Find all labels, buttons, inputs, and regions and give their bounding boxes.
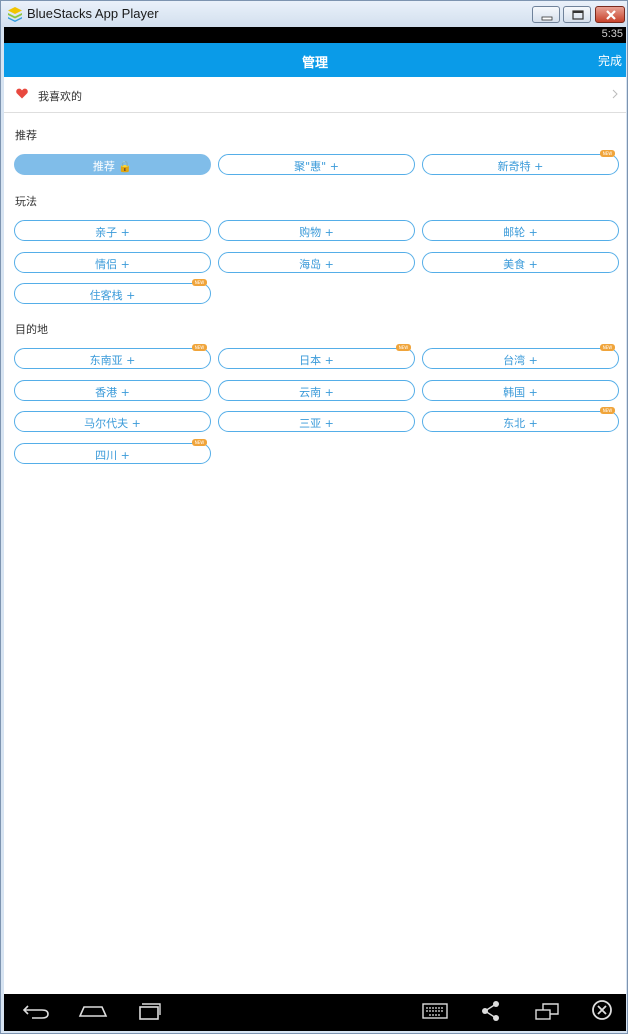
new-badge: NEW <box>600 150 615 157</box>
new-badge: NEW <box>192 438 207 446</box>
keyboard-icon <box>422 1003 448 1019</box>
tag-button[interactable]: 东南亚 + NEW <box>14 344 211 369</box>
tag-label: 美食 + <box>503 257 538 271</box>
tag-button[interactable]: 邮轮 + <box>422 220 619 241</box>
close-icon <box>606 10 616 20</box>
window-title: BlueStacks App Player <box>27 6 159 21</box>
tag-label: 云南 + <box>299 385 334 399</box>
tag-button[interactable]: 住客栈 + NEW <box>14 279 211 304</box>
tag-button[interactable]: 情侣 + <box>14 251 211 273</box>
tag-button[interactable]: 购物 + <box>218 220 415 241</box>
main-content: 我喜欢的 推荐推荐 🔒 聚"惠" + 新奇特 + NEW 玩法亲子 + 购物 + 邮轮 + 情… <box>4 77 626 994</box>
tag-button[interactable]: 美食 + <box>422 251 619 273</box>
screen-rotate-button[interactable] <box>532 994 562 1031</box>
close-window-button[interactable] <box>595 6 625 23</box>
tag-label: 四川 + <box>95 448 130 462</box>
android-status-bar: 5:35 <box>4 27 626 43</box>
tag-label: 东北 + <box>503 417 538 430</box>
screen-rotate-icon <box>535 1003 559 1020</box>
new-badge: NEW <box>600 344 615 351</box>
back-button[interactable] <box>20 994 54 1031</box>
tag-button[interactable]: 推荐 🔒 <box>14 154 211 175</box>
app-header: 管理 完成 <box>4 43 626 77</box>
tag-button[interactable]: 香港 + <box>14 379 211 401</box>
tag-button[interactable]: 日本 + NEW <box>218 344 415 369</box>
new-badge: NEW <box>600 407 615 414</box>
android-nav-bar <box>4 994 626 1031</box>
chevron-right-icon <box>612 89 618 99</box>
share-icon <box>482 1001 499 1021</box>
tag-label: 聚"惠" + <box>294 160 339 173</box>
app-window: BlueStacks App Player 5:35 管理 完成 我喜欢的 推荐… <box>0 0 628 1034</box>
section-title: 目的地 <box>15 323 48 336</box>
tag-label: 香港 + <box>95 385 130 399</box>
favorites-row[interactable]: 我喜欢的 <box>4 77 626 113</box>
tag-button[interactable]: 四川 + NEW <box>14 438 211 464</box>
close-app-button[interactable] <box>588 994 616 1031</box>
tag-label: 东南亚 + <box>89 354 136 367</box>
tag-label: 日本 + <box>299 354 334 367</box>
tag-button[interactable]: 海岛 + <box>218 251 415 273</box>
section-title: 玩法 <box>15 195 37 208</box>
maximize-icon <box>572 10 584 20</box>
tag-label: 亲子 + <box>95 226 130 239</box>
new-badge: NEW <box>192 279 207 286</box>
section-title: 推荐 <box>15 129 37 142</box>
tag-label: 推荐 🔒 <box>92 160 133 173</box>
tag-button[interactable]: 东北 + NEW <box>422 407 619 432</box>
minimize-icon <box>541 16 553 21</box>
done-button[interactable]: 完成 <box>598 52 622 69</box>
tag-button[interactable]: 云南 + <box>218 379 415 401</box>
tag-button[interactable]: 台湾 + NEW <box>422 344 619 369</box>
tag-label: 三亚 + <box>299 417 334 430</box>
tag-button[interactable]: 聚"惠" + <box>218 154 415 175</box>
home-icon <box>78 1006 108 1017</box>
tag-button[interactable]: 亲子 + <box>14 220 211 241</box>
recent-apps-button[interactable] <box>132 994 166 1031</box>
share-button[interactable] <box>478 994 504 1031</box>
title-bar[interactable]: BlueStacks App Player <box>1 1 627 27</box>
tag-label: 新奇特 + <box>497 160 544 173</box>
new-badge: NEW <box>396 344 411 351</box>
tag-button[interactable]: 马尔代夫 + <box>14 411 211 432</box>
tag-label: 韩国 + <box>503 385 538 399</box>
close-app-icon <box>592 1000 612 1020</box>
tag-label: 台湾 + <box>503 354 538 367</box>
keyboard-button[interactable] <box>420 994 450 1031</box>
tag-label: 邮轮 + <box>503 226 538 239</box>
home-button[interactable] <box>76 994 110 1031</box>
maximize-button[interactable] <box>563 6 591 23</box>
minimize-button[interactable] <box>532 6 560 23</box>
tag-label: 购物 + <box>299 226 334 239</box>
bluestacks-logo-icon <box>8 7 22 22</box>
tag-label: 马尔代夫 + <box>84 417 141 430</box>
tag-button[interactable]: 新奇特 + NEW <box>422 150 619 175</box>
page-title: 管理 <box>301 56 328 71</box>
tag-button[interactable]: 韩国 + <box>422 379 619 401</box>
tag-label: 海岛 + <box>299 257 334 271</box>
heart-icon <box>16 88 28 99</box>
tag-button[interactable]: 三亚 + <box>218 411 415 432</box>
tag-label: 住客栈 + <box>89 289 136 302</box>
favorites-label: 我喜欢的 <box>38 90 82 103</box>
back-icon <box>22 1005 49 1019</box>
tag-label: 情侣 + <box>95 257 130 271</box>
recent-apps-icon <box>139 1003 161 1020</box>
new-badge: NEW <box>192 344 207 351</box>
status-clock: 5:35 <box>601 28 623 40</box>
